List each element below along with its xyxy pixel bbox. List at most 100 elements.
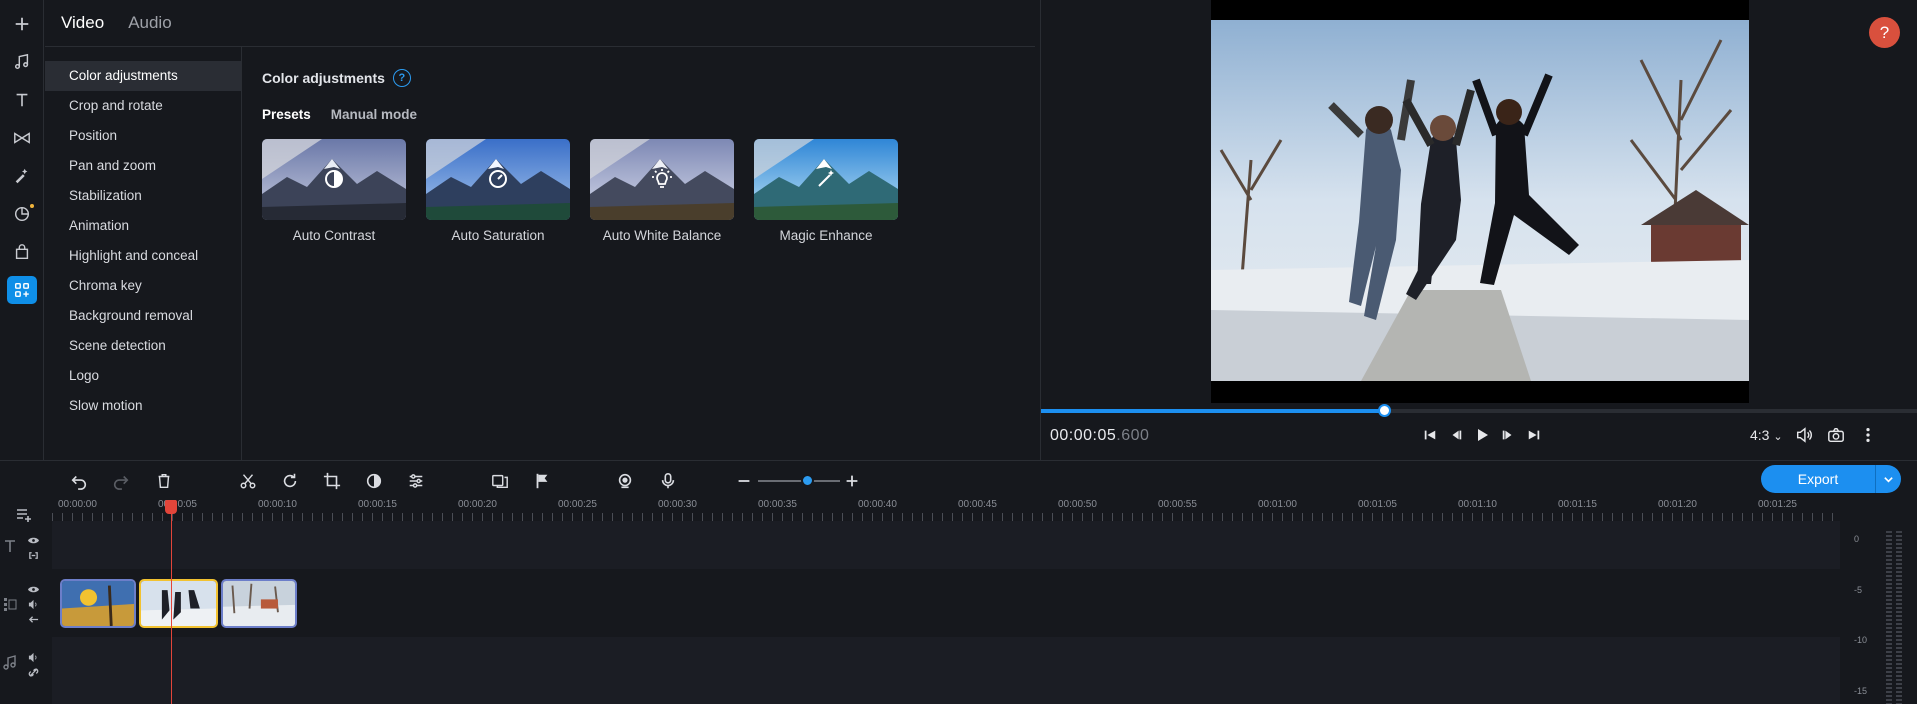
link-icon[interactable]: [24, 663, 42, 681]
meter-label: -5: [1854, 585, 1863, 595]
preset-auto-contrast[interactable]: Auto Contrast: [262, 139, 406, 243]
video-track[interactable]: [52, 569, 1840, 637]
previous-frame-icon[interactable]: [1445, 424, 1467, 446]
tab-presets[interactable]: Presets: [262, 107, 311, 122]
contrast-icon: [325, 170, 343, 188]
tab-audio[interactable]: Audio: [128, 13, 171, 33]
text-track-icon: [1, 537, 19, 555]
snapshot-camera-icon[interactable]: [1825, 424, 1847, 446]
seek-bar[interactable]: [1041, 404, 1917, 417]
tool-logo[interactable]: Logo: [45, 361, 241, 391]
playhead-line[interactable]: [171, 500, 172, 704]
tool-animation[interactable]: Animation: [45, 211, 241, 241]
audio-track[interactable]: [52, 637, 1840, 704]
chevron-down-icon[interactable]: [1876, 474, 1901, 485]
aspect-ratio-value: 4:3: [1750, 427, 1770, 443]
skip-to-start-icon[interactable]: [1419, 424, 1441, 446]
tool-position[interactable]: Position: [45, 121, 241, 151]
clip-thumbnail: [141, 581, 216, 626]
tab-video[interactable]: Video: [61, 13, 104, 33]
preset-thumbnail: [426, 139, 570, 220]
text-track[interactable]: [52, 521, 1840, 569]
tool-crop-and-rotate[interactable]: Crop and rotate: [45, 91, 241, 121]
redo-icon[interactable]: [110, 470, 132, 492]
timecode-ms: .600: [1116, 427, 1150, 444]
video-track-icon: [1, 595, 19, 613]
preset-label: Auto Contrast: [292, 228, 376, 243]
preset-label: Auto Saturation: [451, 228, 545, 243]
microphone-icon[interactable]: [657, 470, 679, 492]
ruler-time-label: 00:00:05: [158, 499, 197, 510]
delete-icon[interactable]: [153, 470, 175, 492]
tools-grid-icon[interactable]: [7, 276, 37, 304]
zoom-slider[interactable]: [758, 480, 840, 482]
next-frame-icon[interactable]: [1497, 424, 1519, 446]
video-preview[interactable]: [1211, 0, 1749, 403]
clip-properties-icon[interactable]: [405, 470, 427, 492]
ruler-time-label: 00:00:40: [858, 499, 897, 510]
more-options-icon[interactable]: [1857, 424, 1879, 446]
detach-audio-icon[interactable]: [24, 610, 42, 628]
tool-slow-motion[interactable]: Slow motion: [45, 391, 241, 421]
left-tool-rail: [0, 0, 44, 460]
rotate-icon[interactable]: [279, 470, 301, 492]
preset-magic-enhance[interactable]: Magic Enhance: [754, 139, 898, 243]
tool-chroma-key[interactable]: Chroma key: [45, 271, 241, 301]
video-clip[interactable]: [221, 579, 297, 628]
play-icon[interactable]: [1471, 424, 1493, 446]
preset-thumbnail: [754, 139, 898, 220]
help-icon[interactable]: ?: [392, 69, 411, 87]
seek-handle[interactable]: [1377, 404, 1391, 417]
ruler-ticks: [52, 513, 1840, 521]
magic-wand-icon: [818, 170, 834, 187]
video-clip-selected[interactable]: [139, 579, 218, 628]
help-button[interactable]: ?: [1869, 17, 1900, 48]
timeline-ruler[interactable]: 00:00:00 00:00:05 00:00:10 00:00:15 00:00:20…: [52, 496, 1840, 521]
tool-color-adjustments[interactable]: Color adjustments: [45, 61, 241, 91]
text-icon[interactable]: [7, 86, 37, 114]
tool-stabilization[interactable]: Stabilization: [45, 181, 241, 211]
chevron-down-icon: ⌄: [1773, 431, 1783, 443]
export-label: Export: [1797, 471, 1839, 487]
playhead-handle[interactable]: [165, 500, 177, 514]
section-title: Color adjustments ?: [262, 69, 411, 87]
ruler-time-label: 00:01:25: [1758, 499, 1797, 510]
tool-pan-and-zoom[interactable]: Pan and zoom: [45, 151, 241, 181]
tool-background-removal[interactable]: Background removal: [45, 301, 241, 331]
magic-wand-icon[interactable]: [7, 162, 37, 190]
tab-manual-mode[interactable]: Manual mode: [331, 107, 417, 122]
crop-icon[interactable]: [321, 470, 343, 492]
timecode: 00:00:05.600: [1050, 427, 1149, 445]
shopping-bag-icon[interactable]: [7, 238, 37, 266]
zoom-slider-handle[interactable]: [801, 474, 814, 487]
webcam-record-icon[interactable]: [614, 470, 636, 492]
music-note-icon[interactable]: [7, 48, 37, 76]
video-clip[interactable]: [60, 579, 136, 628]
transition-wizard-icon[interactable]: [489, 470, 511, 492]
undo-icon[interactable]: [68, 470, 90, 492]
volume-icon[interactable]: [1793, 424, 1815, 446]
preview-options: 4:3 ⌄: [1750, 424, 1879, 446]
zoom-out-icon[interactable]: [733, 470, 755, 492]
transition-icon[interactable]: [7, 124, 37, 152]
sticker-icon[interactable]: [7, 200, 37, 228]
ruler-time-label: 00:01:15: [1558, 499, 1597, 510]
marker-flag-icon[interactable]: [531, 470, 553, 492]
add-track-icon[interactable]: [15, 506, 33, 524]
preset-thumbnail: [590, 139, 734, 220]
aspect-ratio-select[interactable]: 4:3 ⌄: [1750, 427, 1783, 443]
preset-auto-white-balance[interactable]: Auto White Balance: [590, 139, 734, 243]
ruler-time-label: 00:00:25: [558, 499, 597, 510]
ruler-time-label: 00:00:45: [958, 499, 997, 510]
skip-to-end-icon[interactable]: [1523, 424, 1545, 446]
export-button[interactable]: Export: [1761, 465, 1901, 493]
tool-highlight-and-conceal[interactable]: Highlight and conceal: [45, 241, 241, 271]
cut-scissors-icon[interactable]: [237, 470, 259, 492]
color-adjust-icon[interactable]: [363, 470, 385, 492]
tool-scene-detection[interactable]: Scene detection: [45, 331, 241, 361]
plus-icon[interactable]: [7, 10, 37, 38]
zoom-in-icon[interactable]: [841, 470, 863, 492]
preset-label: Magic Enhance: [779, 228, 873, 243]
preset-auto-saturation[interactable]: Auto Saturation: [426, 139, 570, 243]
link-icon[interactable]: [24, 546, 42, 564]
